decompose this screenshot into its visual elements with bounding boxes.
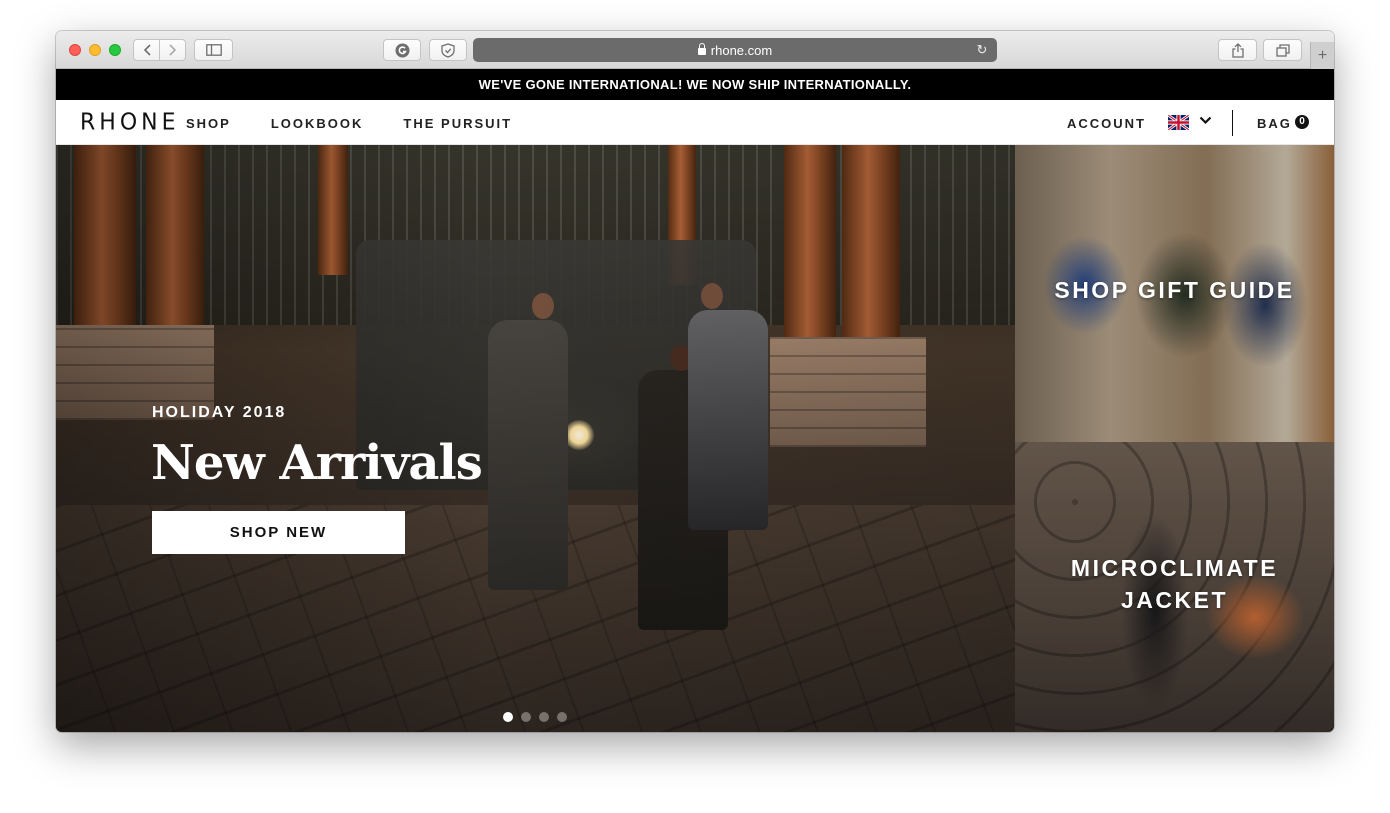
sidebar-toggle-button[interactable] bbox=[194, 39, 233, 61]
carousel-dot-2[interactable] bbox=[521, 712, 531, 722]
announcement-text: WE'VE GONE INTERNATIONAL! WE NOW SHIP IN… bbox=[478, 77, 912, 92]
account-link[interactable]: ACCOUNT bbox=[1067, 116, 1146, 131]
share-button[interactable] bbox=[1218, 39, 1257, 61]
header-divider bbox=[1232, 110, 1233, 136]
uk-flag-icon[interactable] bbox=[1168, 115, 1189, 130]
history-nav bbox=[133, 39, 186, 61]
forward-button[interactable] bbox=[159, 40, 185, 60]
minimize-window-button[interactable] bbox=[89, 44, 101, 56]
carousel-dot-4[interactable] bbox=[557, 712, 567, 722]
zoom-window-button[interactable] bbox=[109, 44, 121, 56]
site-header: RHONE SHOP LOOKBOOK THE PURSUIT ACCOUNT … bbox=[56, 100, 1334, 145]
nav-the-pursuit[interactable]: THE PURSUIT bbox=[403, 116, 512, 131]
chevron-left-icon bbox=[143, 44, 151, 56]
browser-toolbar: rhone.com ↻ + bbox=[56, 31, 1334, 69]
plus-icon: + bbox=[1317, 47, 1328, 64]
privacy-extension-button[interactable] bbox=[429, 39, 467, 61]
carousel-dots bbox=[503, 712, 567, 722]
address-url: rhone.com bbox=[710, 42, 773, 58]
chevron-down-icon[interactable] bbox=[1199, 112, 1212, 128]
reload-icon[interactable]: ↻ bbox=[973, 41, 991, 59]
bag-count-badge[interactable]: 0 bbox=[1295, 115, 1309, 129]
tabs-icon bbox=[1275, 43, 1290, 57]
shield-icon bbox=[441, 42, 455, 58]
announcement-bar: WE'VE GONE INTERNATIONAL! WE NOW SHIP IN… bbox=[56, 69, 1334, 100]
sidebar-icon bbox=[205, 44, 222, 56]
nav-shop[interactable]: SHOP bbox=[186, 116, 231, 131]
share-icon bbox=[1231, 42, 1244, 58]
lock-icon bbox=[697, 42, 706, 55]
microclimate-jacket-label: MICROCLIMATE JACKET bbox=[1070, 555, 1279, 613]
rhone-logo[interactable]: RHONE bbox=[80, 109, 180, 135]
microclimate-jacket-tile[interactable]: MICROCLIMATE JACKET bbox=[1015, 442, 1334, 732]
browser-window: rhone.com ↻ + WE'VE GONE INTERNATIONAL! … bbox=[56, 31, 1334, 732]
hero-title: New Arrivals bbox=[151, 435, 483, 491]
carousel-dot-1[interactable] bbox=[503, 712, 513, 722]
shop-new-button[interactable]: SHOP NEW bbox=[152, 511, 405, 554]
back-button[interactable] bbox=[134, 40, 159, 60]
bag-link[interactable]: BAG bbox=[1257, 116, 1292, 131]
carousel-dot-3[interactable] bbox=[539, 712, 549, 722]
grammarly-icon bbox=[395, 43, 409, 57]
grammarly-extension-button[interactable] bbox=[383, 39, 421, 61]
hero-banner[interactable]: HOLIDAY 2018 New Arrivals SHOP NEW bbox=[56, 145, 1015, 732]
address-bar[interactable]: rhone.com ↻ bbox=[473, 38, 997, 62]
hero-eyebrow: HOLIDAY 2018 bbox=[152, 404, 287, 421]
chevron-right-icon bbox=[168, 44, 176, 56]
gift-guide-tile[interactable]: SHOP GIFT GUIDE bbox=[1015, 145, 1334, 442]
tabs-overview-button[interactable] bbox=[1263, 39, 1302, 61]
new-tab-button[interactable]: + bbox=[1310, 42, 1334, 69]
close-window-button[interactable] bbox=[69, 44, 81, 56]
uk-flag-graphic bbox=[1168, 115, 1189, 130]
gift-guide-label: SHOP GIFT GUIDE bbox=[1054, 276, 1295, 303]
main-nav: SHOP LOOKBOOK THE PURSUIT bbox=[186, 116, 512, 131]
nav-lookbook[interactable]: LOOKBOOK bbox=[271, 116, 364, 131]
